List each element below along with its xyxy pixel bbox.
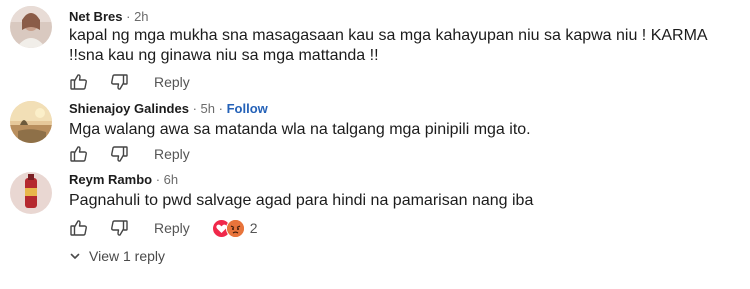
- timestamp: 6h: [163, 172, 179, 187]
- comment-text: kapal ng mga mukha sna masagasaan kau sa…: [69, 27, 707, 64]
- avatar-reym-rambo[interactable]: [10, 172, 52, 214]
- separator: ·: [155, 172, 161, 187]
- reactions-summary[interactable]: 2: [211, 218, 258, 238]
- comment-text: Pagnahuli to pwd salvage agad para hindi…: [69, 192, 534, 209]
- thumbs-down-icon[interactable]: [109, 218, 129, 238]
- separator: ·: [218, 101, 223, 116]
- thumbs-down-icon[interactable]: [109, 72, 129, 92]
- author-name[interactable]: Reym Rambo: [69, 172, 152, 187]
- chevron-down-icon: [69, 250, 81, 262]
- thumbs-down-icon[interactable]: [109, 144, 129, 164]
- comment-actions: Reply: [69, 144, 190, 164]
- comment-meta: Net Bres · 2h: [69, 9, 149, 25]
- follow-button[interactable]: Follow: [227, 101, 268, 116]
- reaction-count: 2: [249, 220, 258, 236]
- comment-text: Mga walang awa sa matanda wla na talgang…: [69, 121, 531, 138]
- angry-reaction-icon: [225, 218, 245, 238]
- comment-meta: Reym Rambo · 6h: [69, 172, 178, 188]
- reply-button[interactable]: Reply: [154, 74, 190, 90]
- thumbs-up-icon[interactable]: [69, 72, 89, 92]
- timestamp: 5h: [200, 101, 215, 116]
- comment-meta: Shienajoy Galindes · 5h · Follow: [69, 101, 268, 117]
- author-name[interactable]: Net Bres: [69, 9, 122, 24]
- separator: ·: [126, 9, 131, 24]
- comment-actions: Reply: [69, 72, 190, 92]
- view-replies-label: View 1 reply: [89, 248, 166, 264]
- reply-button[interactable]: Reply: [154, 146, 190, 162]
- view-replies-button[interactable]: View 1 reply: [69, 248, 165, 264]
- separator: ·: [192, 101, 197, 116]
- thumbs-up-icon[interactable]: [69, 144, 89, 164]
- avatar-net-bres[interactable]: [10, 6, 52, 48]
- comment-actions: Reply 2: [69, 218, 258, 238]
- avatar-shienajoy-galindes[interactable]: [10, 101, 52, 143]
- reply-button[interactable]: Reply: [154, 220, 190, 236]
- timestamp: 2h: [134, 9, 149, 24]
- thumbs-up-icon[interactable]: [69, 218, 89, 238]
- author-name[interactable]: Shienajoy Galindes: [69, 101, 189, 116]
